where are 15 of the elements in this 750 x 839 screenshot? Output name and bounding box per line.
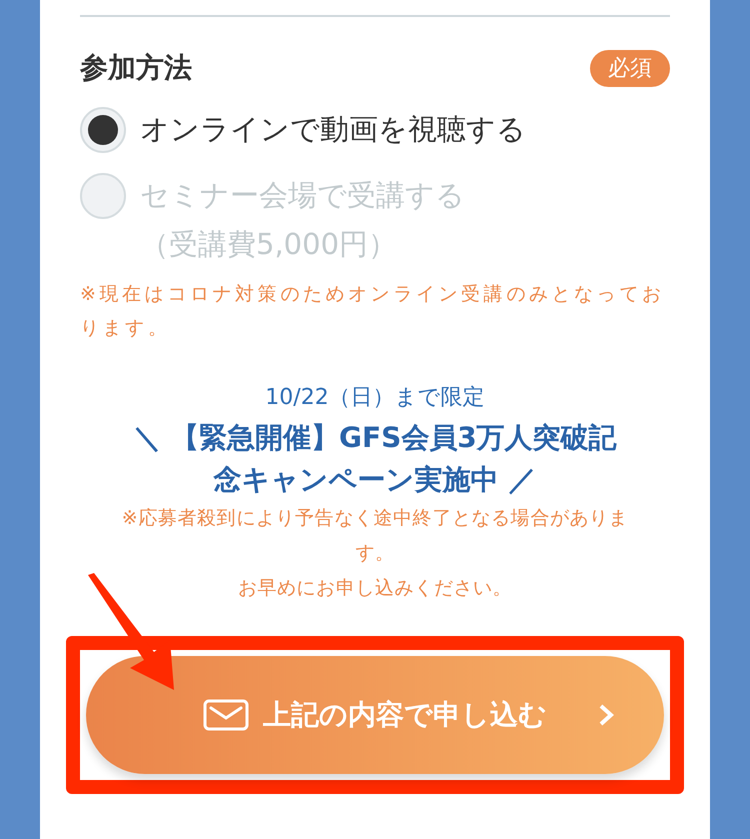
notice-text: ※現在はコロナ対策のためオンライン受講のみとなっております。 [80, 282, 666, 341]
section-title: 参加方法 [80, 50, 192, 86]
option-label: オンラインで動画を視聴する [140, 111, 526, 148]
chevron-right-icon [598, 703, 614, 727]
submit-button[interactable]: 上記の内容で申し込む [86, 656, 664, 774]
required-badge: 必須 [590, 50, 670, 86]
campaign-note: お早めにお申し込みください。 [238, 576, 512, 601]
radio-button[interactable] [80, 107, 126, 153]
option-sublabel: （受講費5,000円） [140, 226, 398, 263]
radio-option[interactable]: オンラインで動画を視聴する [80, 103, 670, 155]
campaign-headline: ＼ 【緊急開催】GFS会員3万人突破記念キャンペーン実施中 ／ [132, 420, 618, 498]
mail-icon [203, 699, 249, 731]
deadline-text: 10/22（日）まで限定 [265, 384, 485, 412]
option-label: セミナー会場で受講する [140, 177, 465, 214]
campaign-note: ※応募者殺到により予告なく途中終了となる場合があります。 [120, 506, 630, 566]
